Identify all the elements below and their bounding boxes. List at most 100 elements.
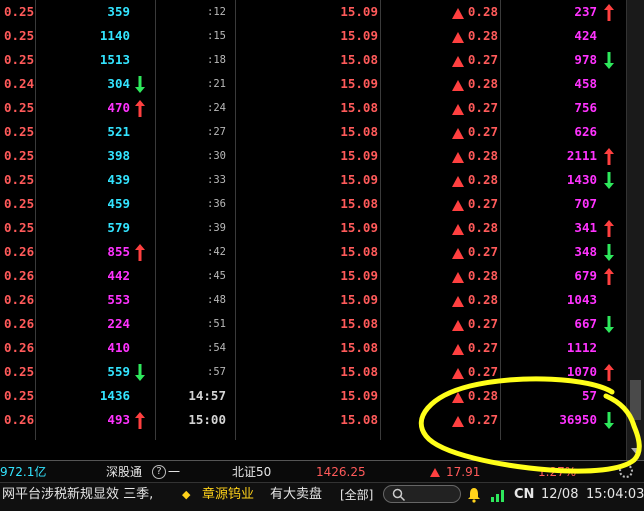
table-row: 0.25 398 :30 15.09 0.28 2111 xyxy=(0,144,626,168)
row-time-cell: :15 xyxy=(207,30,226,42)
gear-icon[interactable] xyxy=(619,464,633,478)
search-input[interactable] xyxy=(383,485,461,503)
row-count-cell: 679 xyxy=(574,268,597,283)
row-volume-cell: 1513 xyxy=(99,52,130,67)
table-row: 0.25 559:57 15.08 0.27 1070 xyxy=(0,360,626,384)
row-count-cell: 237 xyxy=(574,4,597,19)
row-change-cell: 0.26 xyxy=(4,340,35,355)
row-count-cell: 57 xyxy=(581,388,597,403)
row-price-change-cell: 0.28 xyxy=(467,268,498,283)
count-arrow-down-icon xyxy=(604,172,614,189)
alert-text: 有大卖盘 xyxy=(270,487,323,502)
turnover-amount: 972.1亿 xyxy=(0,465,47,479)
table-row: 0.26 442:45 15.09 0.28 679 xyxy=(0,264,626,288)
table-row: 0.26 553:48 15.09 0.28 1043 xyxy=(0,288,626,312)
row-price-change-cell: 0.27 xyxy=(467,316,498,331)
index-value-bz50: 1426.25 xyxy=(316,465,366,479)
count-arrow-up-icon xyxy=(604,148,614,165)
row-time-cell: :21 xyxy=(207,78,226,90)
row-price-cell: 15.09 xyxy=(340,292,378,307)
table-row: 0.25 459 :36 15.08 0.27 707 xyxy=(0,192,626,216)
row-change-cell: 0.25 xyxy=(4,172,35,187)
row-time-cell: :39 xyxy=(207,222,226,234)
scope-selector[interactable]: [全部] xyxy=(340,484,373,506)
row-count-cell: 348 xyxy=(574,244,597,259)
row-volume-cell: 459 xyxy=(107,196,130,211)
alert-stock[interactable]: 章源钨业 xyxy=(202,484,254,506)
row-change-cell: 0.26 xyxy=(4,412,35,427)
row-volume-cell: 224 xyxy=(107,316,130,331)
row-price-cell: 15.09 xyxy=(340,4,378,19)
row-change-cell: 0.26 xyxy=(4,244,35,259)
row-count-cell: 458 xyxy=(574,76,597,91)
row-volume-cell: 398 xyxy=(107,148,130,163)
volume-arrow-down-icon xyxy=(135,76,145,93)
table-row: 0.26 224:51 15.08 0.27 667 xyxy=(0,312,626,336)
news-ticker[interactable]: 网平台涉税新规显效 三季, xyxy=(2,484,153,506)
status-date: 12/08 xyxy=(541,487,579,502)
row-volume-cell: 579 xyxy=(107,220,130,235)
table-row: 0.25 470:24 15.08 0.27 756 xyxy=(0,96,626,120)
row-time-cell: :36 xyxy=(207,198,226,210)
status-bar: 网平台涉税新规显效 三季, ◆ 章源钨业 有大卖盘 [全部] CN 12/08 … xyxy=(0,482,644,511)
row-price-change-cell: 0.27 xyxy=(467,244,498,259)
row-price-change-cell: 0.28 xyxy=(467,148,498,163)
row-time-cell: :27 xyxy=(207,126,226,138)
row-price-cell: 15.08 xyxy=(340,100,378,115)
table-row: 0.25 1513:18 15.08 0.27 978 xyxy=(0,48,626,72)
row-volume-cell: 553 xyxy=(107,292,130,307)
index-name-bz50[interactable]: 北证50 xyxy=(232,461,271,483)
table-row: 0.26 410:54 15.08 0.27 1112 xyxy=(0,336,626,360)
tick-table: 0.25 359:12 15.09 0.28 237 0.25 1140:15 15.09 0.… xyxy=(0,0,626,440)
row-count-cell: 707 xyxy=(574,196,597,211)
row-change-cell: 0.25 xyxy=(4,100,35,115)
row-time-cell: :48 xyxy=(207,294,226,306)
row-time-cell: 14:57 xyxy=(188,388,226,403)
row-time-cell: :42 xyxy=(207,246,226,258)
row-price-change-cell: 0.27 xyxy=(467,412,498,427)
row-change-cell: 0.26 xyxy=(4,316,35,331)
row-count-cell: 341 xyxy=(574,220,597,235)
row-time-cell: :30 xyxy=(207,150,226,162)
row-count-cell: 1430 xyxy=(566,172,597,187)
count-arrow-up-icon xyxy=(604,4,614,21)
volume-arrow-up-icon xyxy=(135,412,145,429)
row-count-cell: 1043 xyxy=(566,292,597,307)
row-price-change-cell: 0.27 xyxy=(467,124,498,139)
scrollbar-thumb[interactable] xyxy=(630,380,641,420)
help-icon[interactable]: ? xyxy=(152,465,166,479)
row-change-cell: 0.25 xyxy=(4,196,35,211)
row-volume-cell: 855 xyxy=(107,244,130,259)
table-row: 0.25 439:33 15.09 0.28 1430 xyxy=(0,168,626,192)
bell-icon[interactable] xyxy=(466,487,482,503)
row-price-change-cell: 0.27 xyxy=(467,196,498,211)
row-change-cell: 0.25 xyxy=(4,28,35,43)
row-volume-cell: 1140 xyxy=(99,28,130,43)
row-price-change-cell: 0.27 xyxy=(467,100,498,115)
row-price-cell: 15.08 xyxy=(340,196,378,211)
index-name-shenguotong[interactable]: 深股通 xyxy=(106,461,142,483)
row-time-cell: :51 xyxy=(207,318,226,330)
count-arrow-up-icon xyxy=(604,364,614,381)
row-price-cell: 15.08 xyxy=(340,340,378,355)
diamond-icon: ◆ xyxy=(182,488,191,501)
row-volume-cell: 304 xyxy=(107,76,130,91)
row-price-cell: 15.08 xyxy=(340,316,378,331)
row-price-change-cell: 0.28 xyxy=(467,4,498,19)
signal-bars-icon xyxy=(491,490,504,502)
row-price-cell: 15.09 xyxy=(340,220,378,235)
count-arrow-down-icon xyxy=(604,412,614,429)
row-change-cell: 0.25 xyxy=(4,4,35,19)
vertical-scrollbar[interactable] xyxy=(626,0,644,460)
volume-arrow-up-icon xyxy=(135,244,145,261)
scroll-down-icon[interactable] xyxy=(631,448,641,454)
row-change-cell: 0.25 xyxy=(4,388,35,403)
row-change-cell: 0.25 xyxy=(4,148,35,163)
index-ticker-bar: 972.1亿 深股通 ? 一 北证50 1426.25 17.91 1.27% xyxy=(0,460,644,482)
row-price-cell: 15.09 xyxy=(340,172,378,187)
row-time-cell: 15:00 xyxy=(188,412,226,427)
search-icon xyxy=(392,488,406,502)
status-time: 15:04:03 xyxy=(586,487,644,502)
row-price-cell: 15.09 xyxy=(340,148,378,163)
row-count-cell: 2111 xyxy=(566,148,597,163)
